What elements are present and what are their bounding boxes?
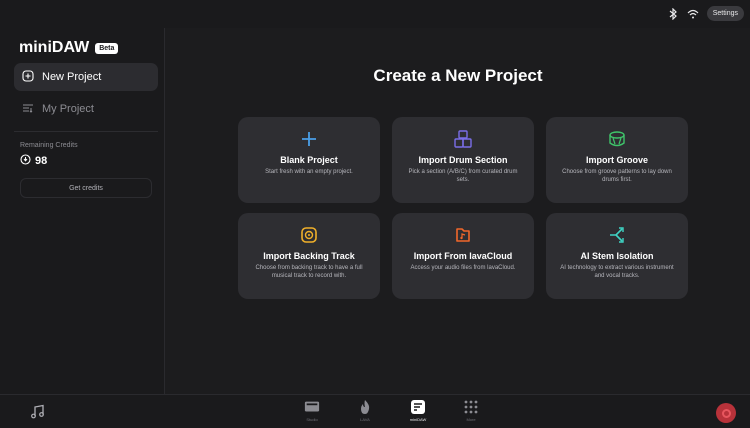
card-desc: Choose from groove patterns to lay down … (562, 169, 672, 183)
credits-label: Remaining Credits (20, 142, 78, 149)
card-import-backing-track[interactable]: Import Backing Track Choose from backing… (238, 213, 380, 299)
get-credits-button[interactable]: Get credits (20, 178, 152, 198)
drum-icon (607, 129, 627, 149)
card-title: Blank Project (280, 155, 338, 165)
card-desc: Start fresh with an empty project. (265, 169, 353, 175)
music-disc-icon (299, 225, 319, 245)
cloud-file-icon (453, 225, 473, 245)
flame-icon (357, 399, 373, 415)
bottom-bar: Studio LAVA miniDAW More (0, 394, 750, 428)
credits-icon (20, 154, 31, 168)
divider (14, 131, 158, 132)
sidebar: miniDAW Beta New Project My Project Rema… (0, 28, 165, 394)
credits-amount: 98 (35, 155, 48, 167)
record-icon (721, 408, 731, 418)
drum-pads-icon (453, 129, 473, 149)
record-button[interactable] (716, 403, 736, 423)
sidebar-item-label: New Project (42, 71, 102, 83)
card-import-from-lavacloud[interactable]: Import From lavaCloud Access your audio … (392, 213, 534, 299)
bluetooth-icon[interactable] (667, 7, 679, 20)
bottom-nav: Studio LAVA miniDAW More (294, 399, 489, 422)
bottom-tab-label: miniDAW (409, 417, 427, 422)
bottom-tab-studio[interactable]: Studio (294, 399, 330, 422)
bottom-tab-label: More (466, 417, 476, 422)
music-note-icon[interactable] (30, 404, 46, 420)
card-title: Import Drum Section (418, 155, 508, 165)
credits-value: 98 (20, 154, 47, 168)
bottom-tab-label: LAVA (360, 417, 370, 422)
plus-circle-icon (22, 69, 34, 85)
wifi-icon[interactable] (687, 8, 699, 20)
card-import-drum-section[interactable]: Import Drum Section Pick a section (A/B/… (392, 117, 534, 203)
bottom-tab-more[interactable]: More (453, 399, 489, 422)
card-title: Import Groove (585, 155, 648, 165)
list-icon (22, 102, 34, 117)
sidebar-item-new-project[interactable]: New Project (14, 63, 158, 91)
bottom-tab-label: Studio (306, 417, 318, 422)
card-blank-project[interactable]: Blank Project Start fresh with an empty … (238, 117, 380, 203)
card-desc: Access your audio files from lavaCloud. (410, 265, 516, 271)
card-title: AI Stem Isolation (580, 251, 654, 261)
card-import-groove[interactable]: Import Groove Choose from groove pattern… (546, 117, 688, 203)
card-desc: AI technology to extract various instrum… (560, 265, 674, 279)
bottom-tab-minidaw[interactable]: miniDAW (400, 399, 436, 422)
app-title: miniDAW Beta (19, 39, 119, 57)
card-desc: Choose from backing track to have a full… (255, 265, 363, 279)
monitor-icon (304, 399, 320, 415)
minidaw-icon (410, 399, 426, 415)
card-desc: Pick a section (A/B/C) from curated drum… (408, 169, 518, 183)
plus-icon (299, 129, 319, 149)
top-bar: Settings (0, 0, 750, 28)
status-area: Settings (667, 6, 744, 21)
app-name: miniDAW (19, 39, 90, 56)
grid-icon (463, 399, 479, 415)
card-ai-stem-isolation[interactable]: AI Stem Isolation AI technology to extra… (546, 213, 688, 299)
sidebar-item-my-project[interactable]: My Project (14, 95, 158, 123)
sidebar-item-label: My Project (42, 103, 94, 115)
bottom-tab-lava[interactable]: LAVA (347, 399, 383, 422)
card-title: Import Backing Track (263, 251, 355, 261)
split-icon (607, 225, 627, 245)
main-content: Create a New Project Blank Project Start… (166, 28, 750, 394)
page-title: Create a New Project (373, 66, 543, 85)
card-title: Import From lavaCloud (413, 251, 513, 261)
beta-badge: Beta (95, 42, 119, 54)
settings-button[interactable]: Settings (706, 6, 744, 21)
